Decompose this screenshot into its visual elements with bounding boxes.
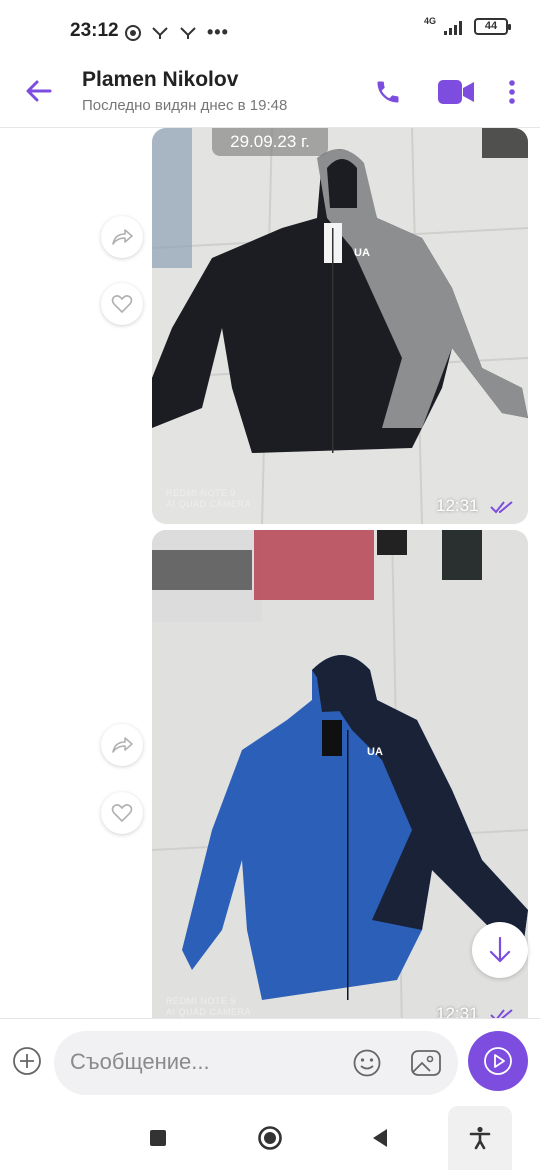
forward-button[interactable] [101,216,143,258]
phone-icon [377,81,399,103]
arrow-left-icon [26,80,52,102]
share-arrow-icon [112,737,133,753]
battery-icon: 44 [474,18,511,35]
battery-level: 44 [484,20,498,32]
like-button[interactable] [101,792,143,834]
message-placeholder: Съобщение... [70,1049,210,1074]
jacket-photo-grey-black: UA [152,128,528,524]
scroll-down-button[interactable] [472,922,528,978]
video-camera-icon [438,80,474,104]
read-check-icon [490,501,513,514]
home-button[interactable] [256,1124,284,1152]
notification-icons: ••• [125,22,229,43]
svg-text:UA: UA [367,746,383,758]
network-label: 4G [423,15,436,26]
missed-call-icon [180,26,196,39]
status-time: 23:12 [70,20,119,41]
accessibility-button[interactable] [448,1106,512,1170]
square-icon [150,1130,166,1146]
heart-icon [111,804,133,823]
chrome-icon [125,24,141,41]
forward-button[interactable] [101,724,143,766]
more-notifications-icon: ••• [207,22,229,42]
message-time: 12:31 [436,496,479,515]
camera-watermark: REDMI NOTE 9 AI QUAD CAMERA [166,488,251,510]
heart-icon [111,295,133,314]
like-button[interactable] [101,283,143,325]
watermark-line1: REDMI NOTE 9 [166,996,237,1006]
system-nav-bar [0,1106,540,1170]
triangle-back-icon [373,1129,387,1147]
smiley-icon[interactable] [352,1048,382,1078]
chat-area[interactable]: UA REDMI NOTE 9 AI QUAD CAMERA 12:31 UA [0,128,540,1018]
svg-text:UA: UA [354,247,370,259]
signal-icon [444,20,462,35]
camera-watermark: REDMI NOTE 9 AI QUAD CAMERA [166,996,251,1018]
kebab-menu-icon [509,80,515,104]
read-check-icon [490,1009,513,1018]
attach-button[interactable] [12,1046,42,1076]
play-icon [484,1047,512,1075]
plus-circle-icon [13,1047,41,1075]
last-seen-status: Последно видян днес в 19:48 [82,97,288,114]
watermark-line2: AI QUAD CAMERA [166,499,252,509]
watermark-line1: REDMI NOTE 9 [166,488,237,498]
watermark-line2: AI QUAD CAMERA [166,1007,252,1017]
video-call-button[interactable] [436,72,476,112]
photo-message[interactable]: UA REDMI NOTE 9 AI QUAD CAMERA 12:31 [152,128,528,524]
more-button[interactable] [492,72,532,112]
image-icon[interactable] [410,1048,442,1078]
send-button[interactable] [468,1031,528,1091]
recents-button[interactable] [144,1124,172,1152]
message-composer: Съобщение... [0,1018,540,1106]
status-bar: 23:12 ••• 4G 44 [0,0,540,62]
chat-header: Plamen Nikolov Последно видян днес в 19:… [0,62,540,128]
contact-name[interactable]: Plamen Nikolov [82,68,238,92]
date-chip: 29.09.23 г. [212,128,328,156]
system-icons: 4G 44 [423,15,511,35]
message-time: 12:31 [436,1004,479,1018]
share-arrow-icon [112,229,133,245]
back-button[interactable] [22,74,56,108]
missed-call-icon [152,26,168,39]
message-input[interactable]: Съобщение... [54,1031,458,1095]
back-nav-button[interactable] [366,1124,394,1152]
circle-icon [258,1126,282,1150]
call-button[interactable] [368,72,408,112]
arrow-down-icon [489,936,511,963]
accessibility-icon [469,1126,491,1150]
